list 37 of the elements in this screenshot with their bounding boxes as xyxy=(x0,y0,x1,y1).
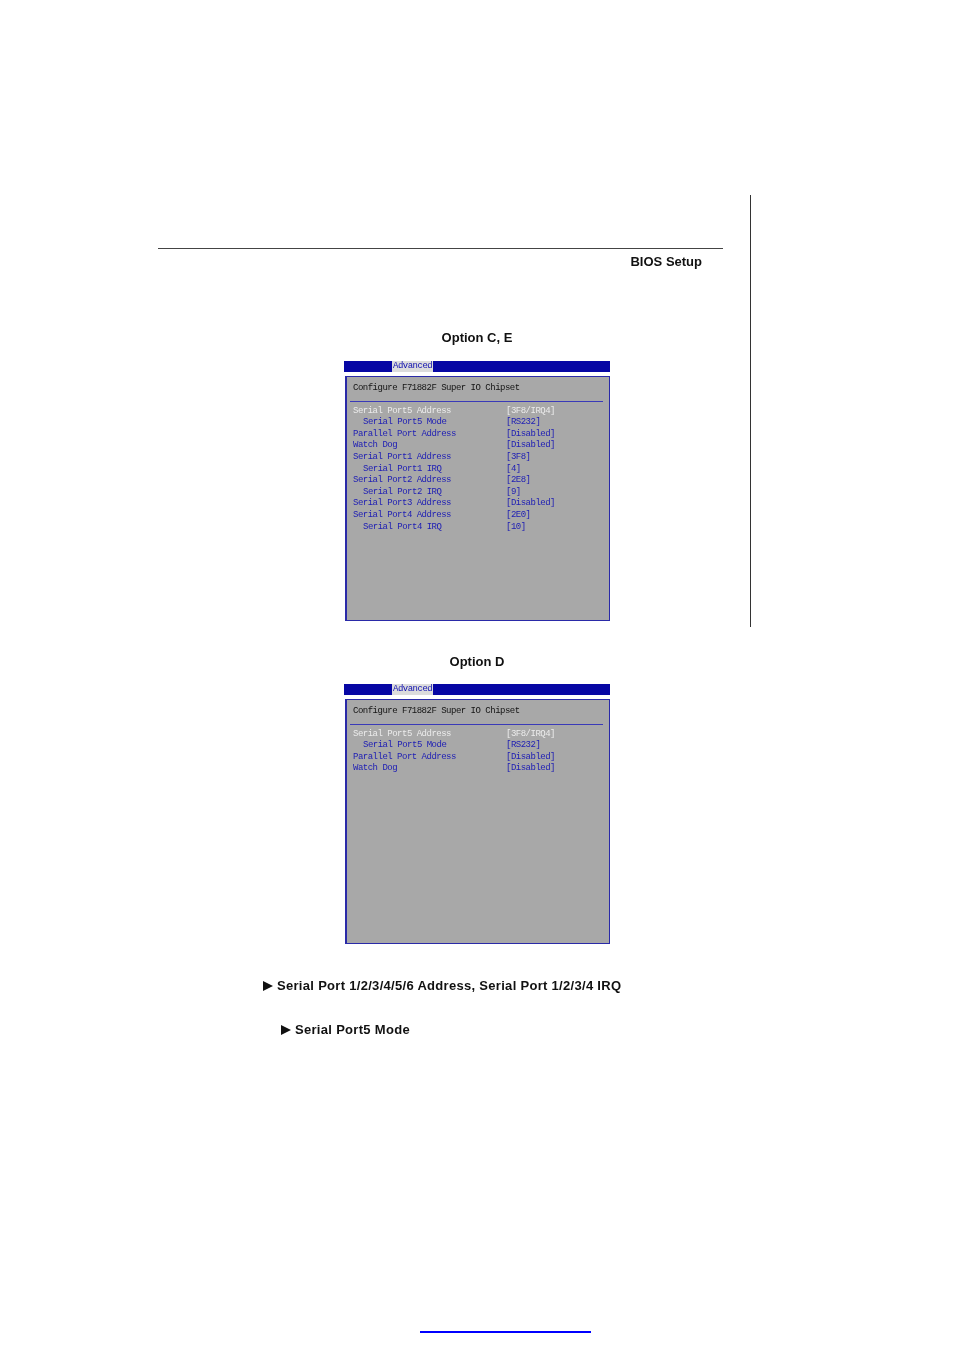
setting-value[interactable]: [Disabled] xyxy=(506,498,555,509)
setting-label: Serial Port1 IRQ xyxy=(363,463,442,474)
setting-label: Serial Port4 Address xyxy=(353,509,452,520)
setting-label: Serial Port4 IRQ xyxy=(363,521,442,532)
setting-label: Serial Port5 Address xyxy=(353,728,452,739)
setting-label: Serial Port1 Address xyxy=(353,451,452,462)
setting-value[interactable]: [Disabled] xyxy=(506,751,555,762)
setting-value[interactable]: [Disabled] xyxy=(506,428,555,439)
panel-title: Configure F71882F Super IO Chipset xyxy=(353,706,520,716)
setting-value[interactable]: [Disabled] xyxy=(506,763,555,774)
page-header-title: BIOS Setup xyxy=(630,254,702,269)
topic-heading: Serial Port 1/2/3/4/5/6 Address, Serial Port 1/2/3/4 IRQ xyxy=(277,976,622,995)
setting-value[interactable]: [4] xyxy=(506,463,521,474)
setting-label: Parallel Port Address xyxy=(353,751,456,762)
setting-value[interactable]: [Disabled] xyxy=(506,440,555,451)
option-caption: Option C, E xyxy=(441,330,513,345)
setting-value[interactable]: [10] xyxy=(506,521,526,532)
setting-label: Serial Port5 Address xyxy=(353,405,452,416)
setting-label: Watch Dog xyxy=(353,763,398,774)
setting-label: Serial Port2 IRQ xyxy=(363,486,442,497)
triangle-bullet-icon xyxy=(263,980,273,991)
option-caption: Option D xyxy=(449,654,505,669)
panel-title: Configure F71882F Super IO Chipset xyxy=(353,383,520,393)
setting-label: Serial Port2 Address xyxy=(353,475,452,486)
setting-label: Watch Dog xyxy=(353,440,398,451)
setting-value[interactable]: [3F8] xyxy=(506,451,531,462)
setting-label: Serial Port5 Mode xyxy=(363,740,447,751)
menu-tab[interactable]: Advanced xyxy=(392,361,434,372)
topic-heading: Serial Port5 Mode xyxy=(295,1020,410,1039)
setting-label: Serial Port5 Mode xyxy=(363,417,447,428)
setting-value[interactable]: [9] xyxy=(506,486,521,497)
setting-value[interactable]: [2E8] xyxy=(506,475,531,486)
setting-label: Parallel Port Address xyxy=(353,428,456,439)
triangle-bullet-icon xyxy=(281,1024,291,1035)
setting-label: Serial Port3 Address xyxy=(353,498,452,509)
setting-value[interactable]: [2E0] xyxy=(506,509,531,520)
menu-tab[interactable]: Advanced xyxy=(392,684,434,695)
